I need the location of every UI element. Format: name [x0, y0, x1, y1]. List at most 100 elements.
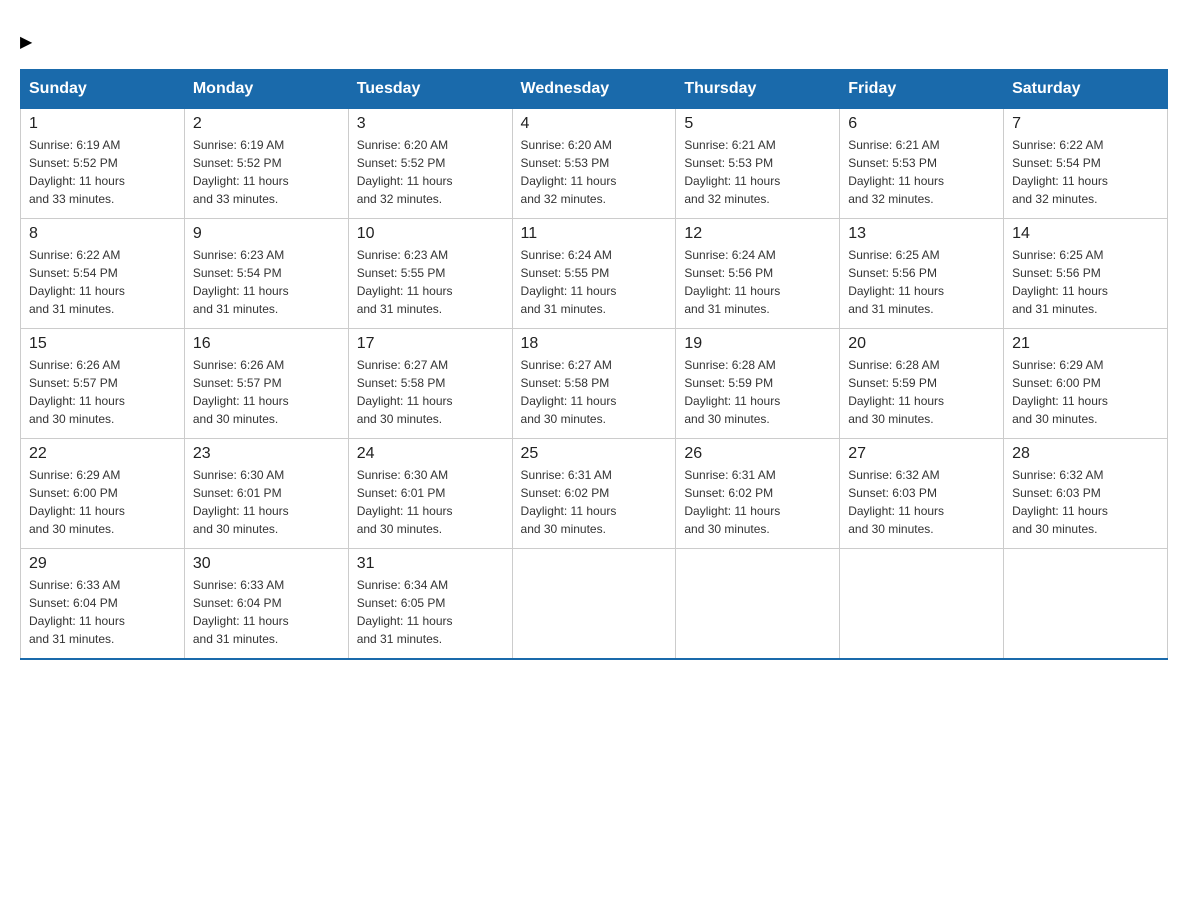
- day-info: Sunrise: 6:29 AMSunset: 6:00 PMDaylight:…: [1012, 356, 1159, 428]
- day-number: 1: [29, 115, 176, 133]
- day-number: 5: [684, 115, 831, 133]
- calendar-cell: 26 Sunrise: 6:31 AMSunset: 6:02 PMDayligh…: [676, 439, 840, 549]
- logo: ▶: [20, 20, 32, 49]
- day-number: 28: [1012, 445, 1159, 463]
- day-number: 31: [357, 555, 504, 573]
- day-number: 25: [521, 445, 668, 463]
- day-info: Sunrise: 6:23 AMSunset: 5:55 PMDaylight:…: [357, 246, 504, 318]
- day-info: Sunrise: 6:27 AMSunset: 5:58 PMDaylight:…: [357, 356, 504, 428]
- day-info: Sunrise: 6:32 AMSunset: 6:03 PMDaylight:…: [1012, 466, 1159, 538]
- day-number: 20: [848, 335, 995, 353]
- day-number: 8: [29, 225, 176, 243]
- calendar-cell: 18 Sunrise: 6:27 AMSunset: 5:58 PMDayligh…: [512, 329, 676, 439]
- calendar-cell: 2Sunrise: 6:19 AMSunset: 5:52 PMDaylight…: [184, 109, 348, 219]
- calendar-cell: 16Sunrise: 6:26 AMSunset: 5:57 PMDayligh…: [184, 329, 348, 439]
- day-info: Sunrise: 6:26 AMSunset: 5:57 PMDaylight:…: [29, 356, 176, 428]
- calendar-cell: 19Sunrise: 6:28 AMSunset: 5:59 PMDayligh…: [676, 329, 840, 439]
- calendar-cell: 9 Sunrise: 6:23 AMSunset: 5:54 PMDaylight…: [184, 219, 348, 329]
- day-info: Sunrise: 6:27 AMSunset: 5:58 PMDaylight:…: [521, 356, 668, 428]
- logo-top: ▶: [20, 20, 32, 51]
- day-info: Sunrise: 6:20 AMSunset: 5:52 PMDaylight:…: [357, 136, 504, 208]
- day-info: Sunrise: 6:33 AMSunset: 6:04 PMDaylight:…: [193, 576, 340, 648]
- day-number: 7: [1012, 115, 1159, 133]
- calendar-cell: 22 Sunrise: 6:29 AMSunset: 6:00 PMDayligh…: [21, 439, 185, 549]
- calendar-cell: 31 Sunrise: 6:34 AMSunset: 6:05 PMDayligh…: [348, 549, 512, 659]
- calendar-cell: 11 Sunrise: 6:24 AMSunset: 5:55 PMDayligh…: [512, 219, 676, 329]
- calendar-cell: 21 Sunrise: 6:29 AMSunset: 6:00 PMDayligh…: [1004, 329, 1168, 439]
- header-friday: Friday: [840, 70, 1004, 109]
- day-info: Sunrise: 6:22 AMSunset: 5:54 PMDaylight:…: [29, 246, 176, 318]
- week-row-4: 22 Sunrise: 6:29 AMSunset: 6:00 PMDayligh…: [21, 439, 1168, 549]
- day-number: 27: [848, 445, 995, 463]
- calendar-cell: [840, 549, 1004, 659]
- calendar-cell: 25 Sunrise: 6:31 AMSunset: 6:02 PMDayligh…: [512, 439, 676, 549]
- calendar-cell: 29Sunrise: 6:33 AMSunset: 6:04 PMDayligh…: [21, 549, 185, 659]
- calendar-body: 1 Sunrise: 6:19 AMSunset: 5:52 PMDaylight…: [21, 109, 1168, 659]
- day-number: 14: [1012, 225, 1159, 243]
- day-number: 19: [684, 335, 831, 353]
- day-number: 3: [357, 115, 504, 133]
- day-number: 6: [848, 115, 995, 133]
- day-number: 4: [521, 115, 668, 133]
- day-info: Sunrise: 6:19 AMSunset: 5:52 PMDaylight:…: [29, 136, 176, 208]
- day-info: Sunrise: 6:30 AMSunset: 6:01 PMDaylight:…: [357, 466, 504, 538]
- day-info: Sunrise: 6:32 AMSunset: 6:03 PMDaylight:…: [848, 466, 995, 538]
- header-sunday: Sunday: [21, 70, 185, 109]
- day-number: 21: [1012, 335, 1159, 353]
- day-number: 17: [357, 335, 504, 353]
- day-number: 23: [193, 445, 340, 463]
- day-info: Sunrise: 6:25 AMSunset: 5:56 PMDaylight:…: [848, 246, 995, 318]
- calendar-cell: 8 Sunrise: 6:22 AMSunset: 5:54 PMDaylight…: [21, 219, 185, 329]
- header-thursday: Thursday: [676, 70, 840, 109]
- week-row-2: 8 Sunrise: 6:22 AMSunset: 5:54 PMDaylight…: [21, 219, 1168, 329]
- day-info: Sunrise: 6:23 AMSunset: 5:54 PMDaylight:…: [193, 246, 340, 318]
- day-number: 13: [848, 225, 995, 243]
- day-number: 24: [357, 445, 504, 463]
- day-number: 18: [521, 335, 668, 353]
- calendar-table: SundayMondayTuesdayWednesdayThursdayFrid…: [20, 69, 1168, 660]
- day-info: Sunrise: 6:30 AMSunset: 6:01 PMDaylight:…: [193, 466, 340, 538]
- calendar-cell: 12 Sunrise: 6:24 AMSunset: 5:56 PMDayligh…: [676, 219, 840, 329]
- calendar-cell: 23 Sunrise: 6:30 AMSunset: 6:01 PMDayligh…: [184, 439, 348, 549]
- day-info: Sunrise: 6:24 AMSunset: 5:56 PMDaylight:…: [684, 246, 831, 318]
- day-info: Sunrise: 6:29 AMSunset: 6:00 PMDaylight:…: [29, 466, 176, 538]
- day-info: Sunrise: 6:22 AMSunset: 5:54 PMDaylight:…: [1012, 136, 1159, 208]
- day-info: Sunrise: 6:20 AMSunset: 5:53 PMDaylight:…: [521, 136, 668, 208]
- day-number: 30: [193, 555, 340, 573]
- calendar-cell: 6Sunrise: 6:21 AMSunset: 5:53 PMDaylight…: [840, 109, 1004, 219]
- day-number: 2: [193, 115, 340, 133]
- day-info: Sunrise: 6:24 AMSunset: 5:55 PMDaylight:…: [521, 246, 668, 318]
- day-number: 10: [357, 225, 504, 243]
- day-info: Sunrise: 6:21 AMSunset: 5:53 PMDaylight:…: [684, 136, 831, 208]
- day-number: 22: [29, 445, 176, 463]
- calendar-cell: 1 Sunrise: 6:19 AMSunset: 5:52 PMDaylight…: [21, 109, 185, 219]
- logo-arrow-icon: ▶: [20, 32, 32, 52]
- day-info: Sunrise: 6:28 AMSunset: 5:59 PMDaylight:…: [848, 356, 995, 428]
- calendar-cell: 24 Sunrise: 6:30 AMSunset: 6:01 PMDayligh…: [348, 439, 512, 549]
- day-info: Sunrise: 6:31 AMSunset: 6:02 PMDaylight:…: [684, 466, 831, 538]
- header-row: SundayMondayTuesdayWednesdayThursdayFrid…: [21, 70, 1168, 109]
- page-header: ▶: [20, 20, 1168, 49]
- calendar-cell: 30 Sunrise: 6:33 AMSunset: 6:04 PMDayligh…: [184, 549, 348, 659]
- calendar-cell: 27 Sunrise: 6:32 AMSunset: 6:03 PMDayligh…: [840, 439, 1004, 549]
- calendar-cell: 13 Sunrise: 6:25 AMSunset: 5:56 PMDayligh…: [840, 219, 1004, 329]
- calendar-cell: [676, 549, 840, 659]
- header-wednesday: Wednesday: [512, 70, 676, 109]
- week-row-5: 29Sunrise: 6:33 AMSunset: 6:04 PMDayligh…: [21, 549, 1168, 659]
- day-info: Sunrise: 6:31 AMSunset: 6:02 PMDaylight:…: [521, 466, 668, 538]
- day-info: Sunrise: 6:33 AMSunset: 6:04 PMDaylight:…: [29, 576, 176, 648]
- week-row-1: 1 Sunrise: 6:19 AMSunset: 5:52 PMDaylight…: [21, 109, 1168, 219]
- calendar-cell: [1004, 549, 1168, 659]
- day-number: 12: [684, 225, 831, 243]
- calendar-cell: 5 Sunrise: 6:21 AMSunset: 5:53 PMDaylight…: [676, 109, 840, 219]
- calendar-cell: 28 Sunrise: 6:32 AMSunset: 6:03 PMDayligh…: [1004, 439, 1168, 549]
- day-number: 11: [521, 225, 668, 243]
- day-info: Sunrise: 6:34 AMSunset: 6:05 PMDaylight:…: [357, 576, 504, 648]
- day-number: 26: [684, 445, 831, 463]
- calendar-cell: 17 Sunrise: 6:27 AMSunset: 5:58 PMDayligh…: [348, 329, 512, 439]
- day-number: 9: [193, 225, 340, 243]
- calendar-cell: [512, 549, 676, 659]
- calendar-cell: 3 Sunrise: 6:20 AMSunset: 5:52 PMDaylight…: [348, 109, 512, 219]
- calendar-cell: 20 Sunrise: 6:28 AMSunset: 5:59 PMDayligh…: [840, 329, 1004, 439]
- header-tuesday: Tuesday: [348, 70, 512, 109]
